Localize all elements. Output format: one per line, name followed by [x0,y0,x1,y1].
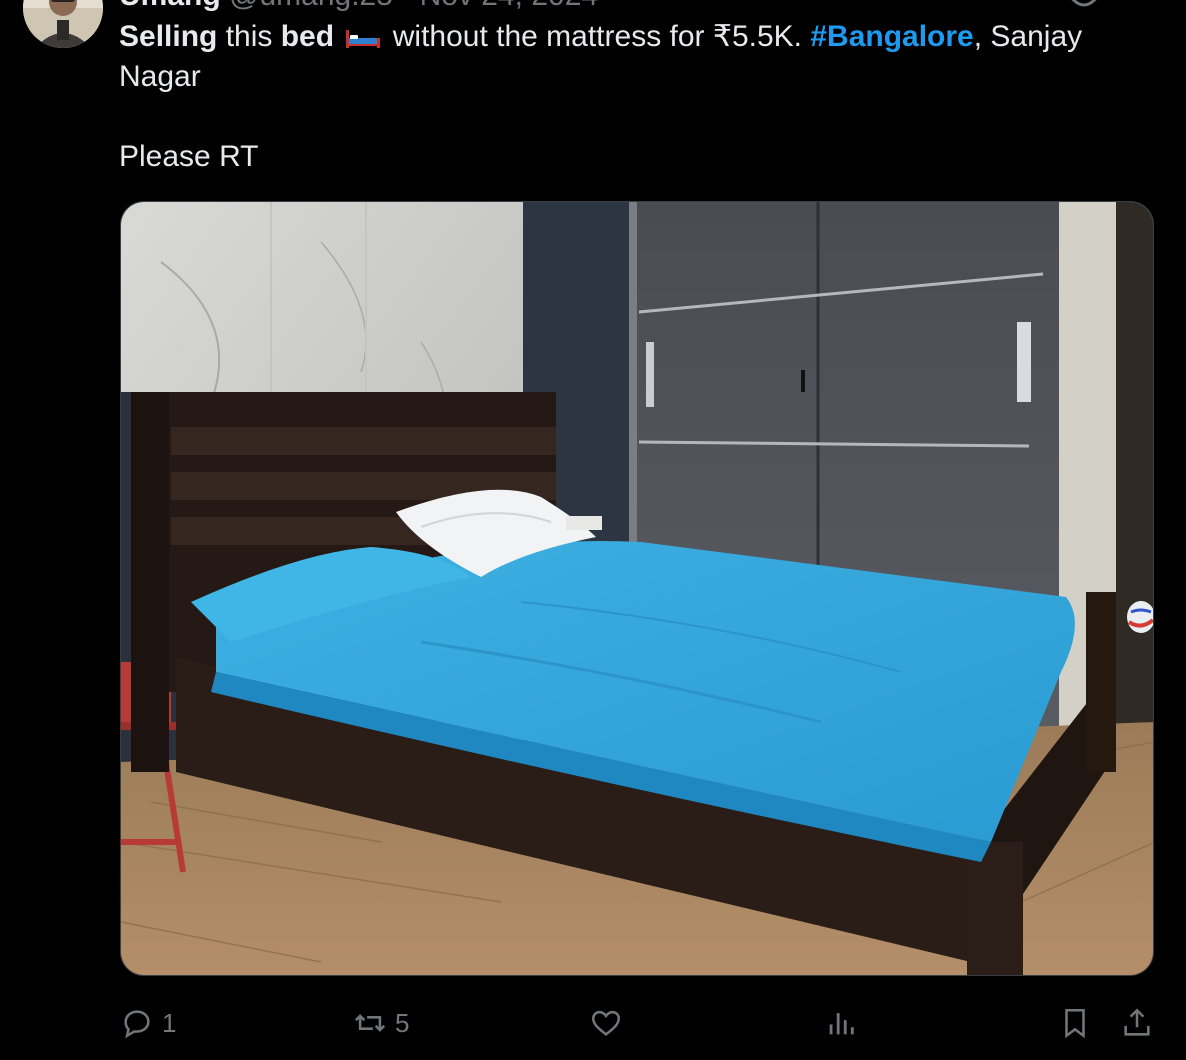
post-text-line-1: Selling this bed without the mattress fo… [119,17,1129,57]
post-photo[interactable] [120,201,1154,976]
post-header: Umang @umang.25 · Nov 24, 2024 [119,0,598,14]
text-bold-selling: Selling [119,20,218,53]
views-chart-icon [829,1013,854,1035]
views-button[interactable] [824,1003,866,1043]
share-icon [1124,1008,1150,1036]
repost-icon [354,1014,386,1032]
text-rest: without the mattress for ₹5.5K. [384,20,811,53]
author-name[interactable]: Umang [119,0,221,12]
repost-button[interactable]: 5 [353,1003,409,1043]
bed-photo-illustration [121,202,1153,975]
post-text-line-3: Please RT [119,140,259,173]
like-button[interactable] [589,1003,631,1043]
bookmark-icon [1065,1008,1085,1039]
reply-button[interactable]: 1 [120,1003,176,1043]
reply-icon [124,1010,150,1039]
text-gap [119,97,1129,137]
avatar-image [23,0,103,48]
heart-icon [591,1010,621,1036]
post-date[interactable]: Nov 24, 2024 [420,0,598,12]
text-bold-bed: bed [280,20,335,53]
post-actions-bar: 1 5 [0,995,1186,1051]
header-separator: · [401,0,411,12]
text-this: this [217,20,281,53]
share-button[interactable] [1120,1003,1154,1043]
repost-count: 5 [395,1007,410,1038]
text-location: , Sanjay [973,20,1083,53]
author-avatar[interactable] [23,0,103,48]
post-text-line-2: Nagar [119,60,201,93]
bookmark-button[interactable] [1058,1003,1092,1043]
reply-count: 1 [162,1007,177,1038]
post-text: Selling this bed without the mattress fo… [119,17,1129,177]
bed-emoji-icon [346,30,381,48]
more-icon[interactable] [1064,0,1104,14]
hashtag-link[interactable]: #Bangalore [810,20,973,53]
author-handle[interactable]: @umang.25 [229,0,393,12]
